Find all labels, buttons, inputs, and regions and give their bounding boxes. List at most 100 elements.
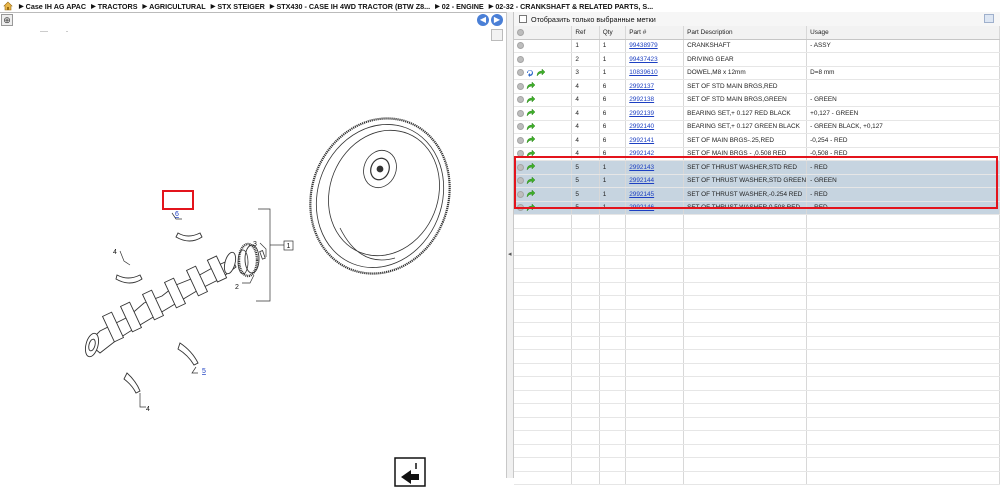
cell-part-number[interactable]: 99437423	[625, 52, 685, 67]
header-description[interactable]: Part Description	[683, 26, 808, 40]
circle-icon[interactable]	[517, 136, 524, 144]
green-arrow-icon[interactable]	[526, 136, 535, 144]
cell-description: BEARING SET,+ 0.127 GREEN BLACK	[683, 120, 808, 134]
callout-3[interactable]: 3	[253, 241, 257, 248]
circle-icon[interactable]	[517, 150, 524, 158]
header-part-number[interactable]: Part #	[625, 26, 685, 40]
part-number-link[interactable]: 2992144	[629, 177, 654, 184]
callout-1[interactable]: 1	[287, 243, 291, 250]
circle-icon[interactable]	[517, 28, 524, 36]
cell-part-number[interactable]: 2992139	[625, 106, 685, 121]
cell-part-number[interactable]: 2992137	[625, 79, 685, 94]
panel-splitter[interactable]: ◂	[506, 12, 514, 478]
cell-usage: - GREEN BLACK, +0,127	[806, 120, 1000, 134]
circle-icon[interactable]	[517, 163, 524, 171]
circle-icon[interactable]	[517, 42, 524, 50]
part-number-link[interactable]: 2992137	[629, 83, 654, 90]
part-number-link[interactable]: 2992142	[629, 150, 654, 157]
cell-part-number[interactable]: 2992141	[625, 133, 685, 148]
circle-icon[interactable]	[517, 96, 524, 104]
green-arrow-icon[interactable]	[526, 109, 535, 117]
cell-part-number[interactable]: 10839610	[625, 66, 685, 80]
circle-icon[interactable]	[517, 69, 524, 77]
cell-description: SET OF THRUST WASHER,-0.254 RED	[683, 187, 808, 202]
breadcrumb-item[interactable]: ▶ STX430 - CASE IH 4WD TRACTOR (BTW Z8...	[267, 2, 430, 11]
circle-icon[interactable]	[517, 177, 524, 185]
panel-options-icon[interactable]	[984, 14, 994, 23]
chevron-left-icon[interactable]: ◂	[508, 250, 512, 258]
part-number-link[interactable]: 2992138	[629, 96, 654, 103]
table-row[interactable]: 4 6 2992142 SET OF MAIN BRGS - ,0.508 RED -0…	[514, 147, 1000, 161]
show-selected-only-checkbox[interactable]	[519, 15, 527, 23]
circle-icon[interactable]	[517, 109, 524, 117]
green-arrow-icon[interactable]	[526, 163, 535, 171]
circle-icon[interactable]	[517, 123, 524, 131]
breadcrumb-item[interactable]: ▶ Case IH AG APAC	[16, 2, 86, 11]
green-arrow-icon[interactable]	[536, 68, 545, 77]
part-number-link[interactable]: 2992146	[629, 204, 654, 211]
cell-part-number[interactable]: 2992142	[625, 147, 685, 161]
part-number-link[interactable]: 2992140	[629, 123, 654, 130]
cell-part-number[interactable]: 2992138	[625, 93, 685, 107]
empty-row	[514, 376, 1000, 391]
breadcrumb-item[interactable]: ▶ STX STEIGER	[208, 2, 265, 11]
cell-part-number[interactable]: 2992143	[625, 160, 685, 175]
part-number-link[interactable]: 99438979	[629, 42, 657, 49]
callout-6[interactable]: 6	[175, 211, 179, 218]
table-row[interactable]: 4 6 2992137 SET OF STD MAIN BRGS,RED	[514, 79, 1000, 94]
breadcrumb-item[interactable]: ▶ TRACTORS	[88, 2, 137, 11]
green-arrow-icon[interactable]	[526, 176, 535, 185]
header-usage[interactable]: Usage	[806, 26, 1000, 40]
table-row[interactable]: 3 1 10839610 DOWEL,M8 x 12mm D=8 mm	[514, 66, 1000, 80]
header-ref[interactable]: Ref	[571, 26, 600, 40]
part-number-link[interactable]: 2992145	[629, 191, 654, 198]
table-row[interactable]: 4 6 2992138 SET OF STD MAIN BRGS,GREEN - GRE…	[514, 93, 1000, 107]
table-row[interactable]: 5 1 2992145 SET OF THRUST WASHER,-0.254 RED…	[514, 187, 1000, 202]
table-row[interactable]: 4 6 2992139 BEARING SET,+ 0.127 RED BLACK +0…	[514, 106, 1000, 121]
cell-part-number[interactable]: 2992145	[625, 187, 685, 202]
cell-part-number[interactable]: 2992140	[625, 120, 685, 134]
callout-2[interactable]: 2	[235, 284, 239, 291]
green-arrow-icon[interactable]	[526, 190, 535, 198]
breadcrumb-item[interactable]: ▶ 02-32 - CRANKSHAFT & RELATED PARTS, S..…	[486, 2, 654, 11]
header-qty[interactable]: Qty	[599, 26, 627, 40]
part-number-link[interactable]: 2992143	[629, 164, 654, 171]
part-number-link[interactable]: 2992141	[629, 137, 654, 144]
breadcrumb-item[interactable]: ▶ AGRICULTURAL	[140, 2, 206, 11]
cell-description: SET OF THRUST WASHER,STD RED	[683, 160, 808, 175]
export-icon[interactable]	[394, 457, 426, 487]
circle-icon[interactable]	[517, 55, 524, 63]
circle-icon[interactable]	[517, 204, 524, 212]
green-arrow-icon[interactable]	[526, 203, 535, 212]
cell-ref: 4	[571, 133, 600, 148]
table-row[interactable]: 4 6 2992140 BEARING SET,+ 0.127 GREEN BLACK…	[514, 120, 1000, 134]
home-icon[interactable]	[3, 1, 13, 11]
part-number-link[interactable]: 10839610	[629, 69, 657, 76]
cell-part-number[interactable]: 2992144	[625, 174, 685, 188]
breadcrumb-item[interactable]: ▶ 02 - ENGINE	[432, 2, 484, 11]
callout-4[interactable]: 4	[113, 249, 117, 256]
cell-part-number[interactable]: 99438979	[625, 39, 685, 53]
blue-arrow-icon[interactable]	[526, 69, 534, 77]
empty-row	[514, 457, 1000, 472]
circle-icon[interactable]	[517, 190, 524, 198]
empty-row	[514, 295, 1000, 310]
table-row[interactable]: 4 6 2992141 SET OF MAIN BRGS-.25,RED -0,254 …	[514, 133, 1000, 148]
green-arrow-icon[interactable]	[526, 149, 535, 158]
circle-icon[interactable]	[517, 82, 524, 90]
table-row[interactable]: 5 1 2992143 SET OF THRUST WASHER,STD RED - R…	[514, 160, 1000, 175]
cell-description: SET OF MAIN BRGS - ,0.508 RED	[683, 147, 808, 161]
part-number-link[interactable]: 99437423	[629, 56, 657, 63]
cell-part-number[interactable]: 2992146	[625, 201, 685, 215]
green-arrow-icon[interactable]	[526, 95, 535, 104]
table-row[interactable]: 2 1 99437423 DRIVING GEAR	[514, 52, 1000, 67]
cell-usage: - GREEN	[806, 174, 1000, 188]
green-arrow-icon[interactable]	[526, 82, 535, 90]
table-row[interactable]: 5 1 2992146 SET OF THRUST WASHER,0.508 RED -…	[514, 201, 1000, 215]
table-row[interactable]: 5 1 2992144 SET OF THRUST WASHER,STD GREEN -…	[514, 174, 1000, 188]
callout-5[interactable]: 5	[202, 368, 206, 375]
green-arrow-icon[interactable]	[526, 122, 535, 131]
table-row[interactable]: 1 1 99438979 CRANKSHAFT - ASSY	[514, 39, 1000, 53]
part-number-link[interactable]: 2992139	[629, 110, 654, 117]
callout-4[interactable]: 4	[146, 406, 150, 413]
